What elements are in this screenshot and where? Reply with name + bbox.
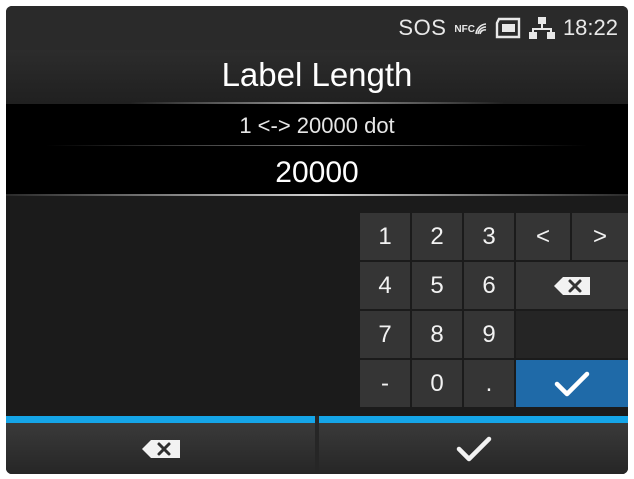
sd-card-icon xyxy=(495,17,521,39)
key-7[interactable]: 7 xyxy=(360,311,410,358)
status-items: SOS NFC 18:22 xyxy=(398,14,618,42)
checkmark-icon xyxy=(456,436,491,461)
value-field[interactable]: 20000 xyxy=(6,146,628,196)
key-4[interactable]: 4 xyxy=(360,262,410,309)
keypad-blank xyxy=(516,311,628,358)
nfc-icon: NFC xyxy=(454,21,487,35)
checkmark-icon xyxy=(554,371,590,396)
network-icon xyxy=(528,17,555,39)
backspace-button[interactable] xyxy=(516,262,628,309)
value-underline xyxy=(6,194,628,196)
key-1[interactable]: 1 xyxy=(360,213,410,260)
clock: 18:22 xyxy=(562,15,618,40)
key-minus[interactable]: - xyxy=(360,360,410,407)
backspace-icon xyxy=(554,276,590,295)
cursor-left-button[interactable]: < xyxy=(516,213,570,260)
key-6[interactable]: 6 xyxy=(464,262,514,309)
cancel-button[interactable] xyxy=(6,416,315,474)
key-9[interactable]: 9 xyxy=(464,311,514,358)
key-3[interactable]: 3 xyxy=(464,213,514,260)
key-8[interactable]: 8 xyxy=(412,311,462,358)
key-0[interactable]: 0 xyxy=(412,360,462,407)
title-bar: Label Length xyxy=(6,50,628,105)
status-bar: SOS NFC 18:22 xyxy=(6,6,628,50)
key-5[interactable]: 5 xyxy=(412,262,462,309)
key-2[interactable]: 2 xyxy=(412,213,462,260)
printer-screen: SOS NFC 18:22 Label Length 1 <-> 20000 d… xyxy=(6,6,628,474)
bottom-bar xyxy=(6,416,628,474)
page-title: Label Length xyxy=(221,56,413,93)
confirm-button[interactable] xyxy=(319,416,628,474)
key-dot[interactable]: . xyxy=(464,360,514,407)
nfc-label: NFC xyxy=(454,24,475,35)
sos-indicator: SOS xyxy=(398,15,447,40)
value-display: 20000 xyxy=(275,156,359,189)
range-label: 1 <-> 20000 dot xyxy=(239,113,395,138)
range-area: 1 <-> 20000 dot xyxy=(6,104,628,146)
backspace-icon xyxy=(141,439,180,458)
ok-button[interactable] xyxy=(516,360,628,407)
cursor-right-button[interactable]: > xyxy=(572,213,628,260)
